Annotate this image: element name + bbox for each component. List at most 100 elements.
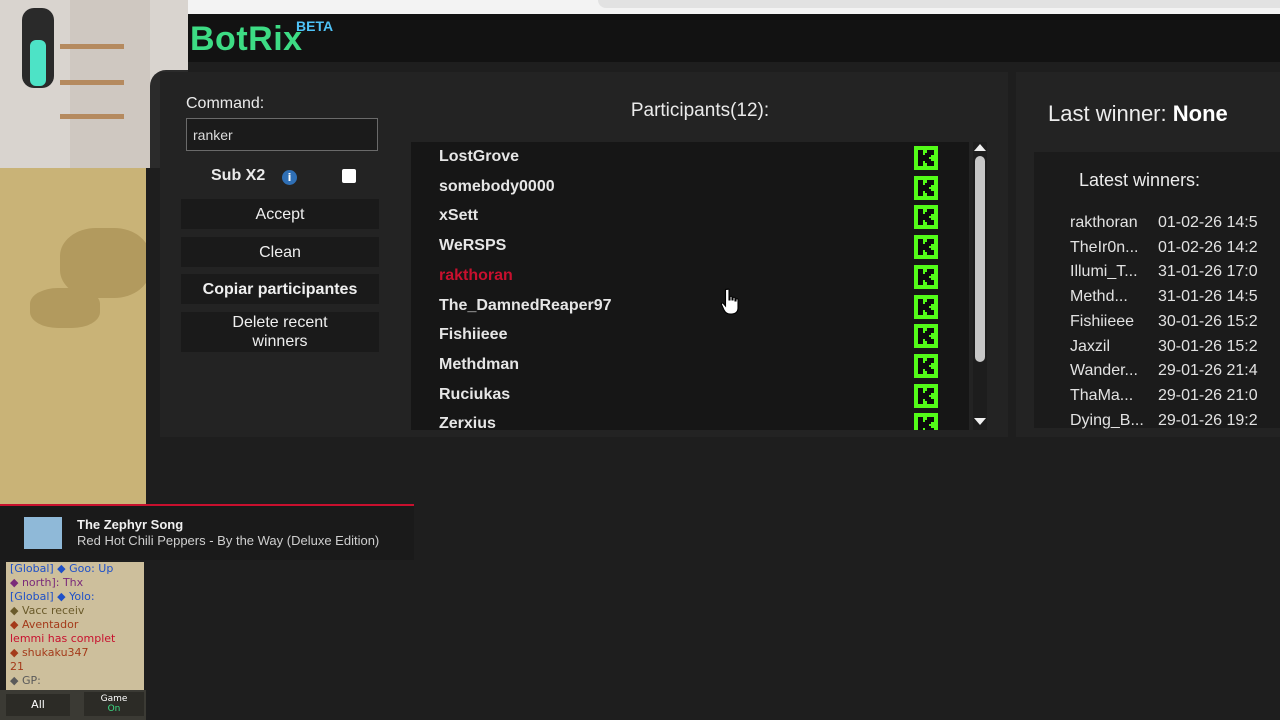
winner-name: Illumi_T... <box>1070 263 1138 281</box>
kick-logo-icon <box>914 146 938 170</box>
address-bar[interactable] <box>598 0 1280 8</box>
winner-row: Jaxzil 30-01-26 15:2 <box>1070 338 1280 362</box>
scroll-thumb[interactable] <box>975 156 985 362</box>
winner-name: ThaMa... <box>1070 386 1134 404</box>
winner-date: 29-01-26 21:0 <box>1158 386 1258 404</box>
chat-line: ◆ north]: Thx <box>10 576 84 589</box>
winner-name: Dying_B... <box>1070 411 1144 429</box>
winner-name: TheIr0n... <box>1070 238 1139 256</box>
participant-name: xSett <box>439 207 479 225</box>
winner-name: Wander... <box>1070 362 1138 380</box>
last-winner-label: Last winner: <box>1048 101 1167 126</box>
participants-title: Participants(12): <box>630 100 770 121</box>
last-winner-value: None <box>1172 101 1228 126</box>
winner-date: 29-01-26 21:4 <box>1158 362 1258 380</box>
participant-row[interactable]: Methdman <box>411 351 969 381</box>
kick-logo-icon <box>914 235 938 260</box>
chat-line: lemmi has complet <box>10 632 116 645</box>
webcam-shelf <box>60 80 124 85</box>
game-chat: [Global] ◆ Goo: Up ◆ north]: Thx [Global] … <box>6 562 144 690</box>
participant-name: LostGrove <box>439 148 520 165</box>
kick-logo-icon <box>914 294 938 319</box>
delete-recent-winners-button[interactable]: Delete recent winners <box>181 312 379 352</box>
participant-name: Methdman <box>439 355 519 373</box>
winner-row: Dying_B... 29-01-26 19:2 <box>1070 412 1280 436</box>
winner-date: 31-01-26 17:0 <box>1158 263 1258 281</box>
chat-line: ◆ shukaku347 <box>10 646 89 659</box>
participant-name: somebody0000 <box>439 177 555 195</box>
participant-row[interactable]: somebody0000 <box>411 173 969 203</box>
winner-row: ThaMa... 29-01-26 21:0 <box>1070 387 1280 411</box>
kick-logo-icon <box>914 175 938 200</box>
browser-top-strip <box>188 0 1280 14</box>
winner-name: rakthoran <box>1070 214 1138 231</box>
webcam-shelf <box>60 114 124 119</box>
scroll-down-arrow-icon[interactable] <box>974 418 986 425</box>
participants-list[interactable]: LostGrove somebody0000 xSett WeRSPS rakthora… <box>411 142 969 430</box>
winner-row: Illumi_T... 31-01-26 17:0 <box>1070 263 1280 287</box>
participant-row[interactable]: Zerxius <box>411 410 969 430</box>
webcam-shelf <box>60 44 124 49</box>
chat-line: ◆ Aventador <box>10 618 79 631</box>
winner-date: 01-02-26 14:2 <box>1158 238 1258 256</box>
botrix-logo[interactable]: BotRix <box>190 20 303 59</box>
kick-logo-icon <box>914 413 938 430</box>
album-art <box>24 517 62 549</box>
microphone-light <box>30 40 46 86</box>
participant-row[interactable]: The_DamnedReaper97 <box>411 292 969 322</box>
kick-logo-icon <box>914 383 938 408</box>
command-input[interactable] <box>186 118 378 151</box>
song-artist: Red Hot Chili Peppers - By the Way (Delu… <box>77 533 380 548</box>
participant-name: Ruciukas <box>439 385 511 403</box>
winner-row: TheIr0n... 01-02-26 14:2 <box>1070 239 1280 263</box>
participant-row[interactable]: Fishiieee <box>411 321 969 351</box>
hand-cursor-icon <box>720 288 739 315</box>
clean-button[interactable]: Clean <box>181 237 379 267</box>
chat-tab-game-state: On <box>107 704 121 714</box>
winner-date: 30-01-26 15:2 <box>1158 312 1258 330</box>
copy-participants-button[interactable]: Copiar participantes <box>181 274 379 304</box>
map-rock <box>30 288 100 328</box>
participant-row[interactable]: Ruciukas <box>411 381 969 411</box>
participant-name: Fishiieee <box>439 326 508 344</box>
accept-button[interactable]: Accept <box>181 199 379 229</box>
info-icon[interactable]: i <box>282 170 297 185</box>
chat-line: [Global] ◆ Goo: Up <box>10 562 114 575</box>
chat-tab-all[interactable]: All <box>6 694 70 716</box>
song-title: The Zephyr Song <box>77 517 184 532</box>
winner-row: Fishiieee 30-01-26 15:2 <box>1070 313 1280 337</box>
kick-logo-icon <box>914 324 938 349</box>
winner-row: rakthoran 01-02-26 14:5 <box>1070 214 1280 238</box>
kick-logo-icon <box>914 353 938 378</box>
participant-name: Zerxius <box>439 415 496 430</box>
game-map <box>0 168 146 504</box>
app-header <box>188 14 1280 62</box>
chat-line: 21 <box>10 660 24 673</box>
kick-logo-icon <box>914 264 938 289</box>
winner-date: 01-02-26 14:5 <box>1158 214 1258 231</box>
chat-line: [Global] ◆ Yolo: <box>10 590 95 603</box>
winner-date: 29-01-26 19:2 <box>1158 411 1258 429</box>
latest-winners-title: Latest winners: <box>1079 170 1201 190</box>
participant-name: WeRSPS <box>439 237 507 255</box>
kick-logo-icon <box>914 205 938 230</box>
winner-row: Wander... 29-01-26 21:4 <box>1070 362 1280 386</box>
last-winner: Last winner: None <box>1048 101 1228 127</box>
participant-name: rakthoran <box>439 266 513 284</box>
participant-name: The_DamnedReaper97 <box>439 296 612 314</box>
winner-name: Jaxzil <box>1070 337 1111 355</box>
participant-row[interactable]: LostGrove <box>411 143 969 173</box>
sub-x2-label: Sub X2 <box>211 167 266 184</box>
scroll-up-arrow-icon[interactable] <box>974 144 986 151</box>
participant-row[interactable]: rakthoran <box>411 262 969 292</box>
participant-row[interactable]: WeRSPS <box>411 232 969 262</box>
participant-row[interactable]: xSett <box>411 202 969 232</box>
chat-tab-game[interactable]: Game On <box>84 692 144 716</box>
winner-name: Fishiieee <box>1070 312 1135 330</box>
winner-date: 31-01-26 14:5 <box>1158 288 1258 306</box>
delete-recent-winners-label: Delete recent winners <box>232 314 328 350</box>
command-label: Command: <box>186 95 265 112</box>
beta-badge: BETA <box>296 18 334 34</box>
sub-x2-checkbox[interactable] <box>342 169 356 183</box>
winner-date: 30-01-26 15:2 <box>1158 337 1258 355</box>
